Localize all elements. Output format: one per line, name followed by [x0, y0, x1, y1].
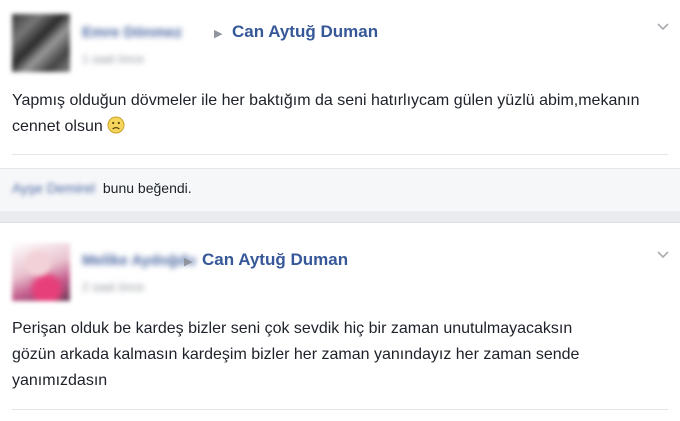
- post-timestamp[interactable]: 2 saat önce: [82, 280, 144, 294]
- author-name-blurred[interactable]: Emre Dönmez: [82, 24, 182, 41]
- liker-name-blurred[interactable]: Ayşe Demirel: [12, 180, 95, 196]
- divider: [12, 154, 668, 155]
- author-name-blurred[interactable]: Melike Aydoğdu: [82, 252, 196, 269]
- author-avatar[interactable]: [12, 14, 70, 72]
- likes-text: bunu beğendi.: [102, 180, 192, 196]
- post-text: Perişan olduk be kardeş bizler seni çok …: [12, 320, 580, 389]
- author-avatar[interactable]: [12, 243, 70, 301]
- chevron-down-icon[interactable]: [655, 18, 671, 34]
- arrow-right-icon: ▶: [214, 28, 223, 40]
- post-1: Emre Dönmez ▶ Can Aytuğ Duman 1 saat önc…: [0, 0, 680, 168]
- target-profile-link[interactable]: Can Aytuğ Duman: [232, 22, 378, 42]
- sad-face-icon: [107, 116, 125, 134]
- divider: [12, 409, 668, 410]
- arrow-right-icon: ▶: [184, 256, 193, 268]
- target-profile-link[interactable]: Can Aytuğ Duman: [202, 250, 348, 270]
- chevron-down-icon[interactable]: [655, 246, 671, 262]
- likes-summary: Ayşe Demirel bunu beğendi.: [12, 180, 192, 196]
- post-timestamp[interactable]: 1 saat önce: [82, 52, 144, 66]
- post-body: Yapmış olduğun dövmeler ile her baktığım…: [12, 88, 662, 140]
